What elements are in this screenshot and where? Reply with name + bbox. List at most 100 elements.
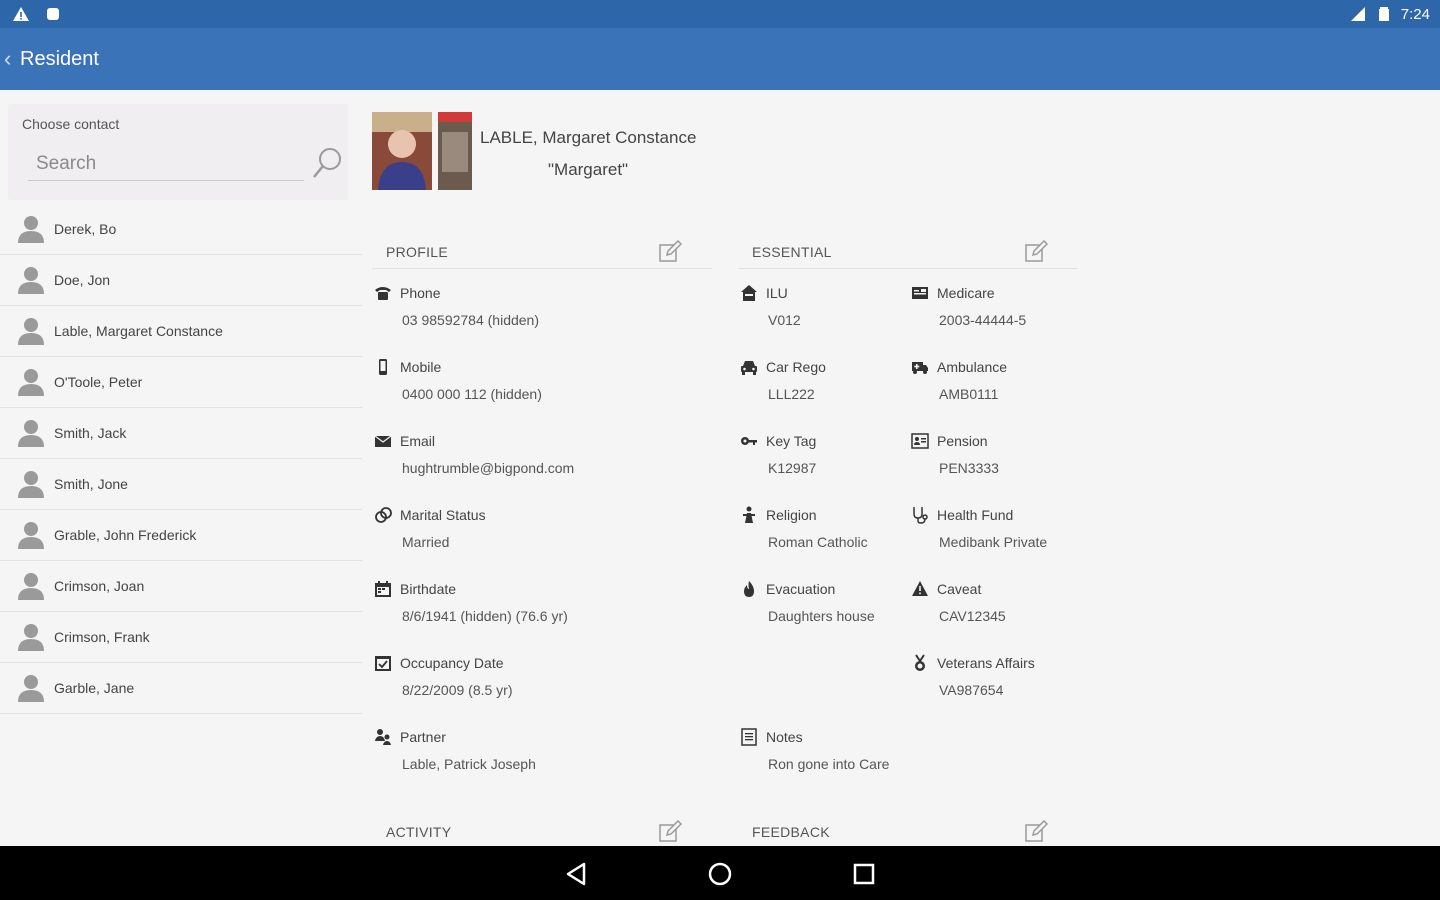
field-value[interactable]: Lable, Patrick Joseph: [402, 756, 536, 772]
field-value[interactable]: CAV12345: [939, 608, 1006, 624]
section-title: ESSENTIAL: [752, 244, 832, 260]
field-value[interactable]: Ron gone into Care: [768, 756, 889, 772]
field-value[interactable]: PEN3333: [939, 460, 999, 476]
section-profile-header: PROFILE: [372, 232, 712, 269]
field-value[interactable]: 8/6/1941 (hidden) (76.6 yr): [402, 608, 568, 624]
back-chevron-icon[interactable]: ‹: [4, 46, 11, 72]
contact-name: Grable, John Frederick: [54, 527, 197, 543]
contact-item[interactable]: Lable, Margaret Constance: [0, 306, 362, 357]
id-card-icon: [911, 433, 929, 449]
person-icon: [18, 216, 44, 243]
field-birthdate: Birthdate 8/6/1941 (hidden) (76.6 yr): [374, 580, 568, 624]
section-feedback-header: FEEDBACK: [738, 812, 1078, 848]
person-icon: [18, 471, 44, 498]
calendar-icon: [375, 581, 391, 597]
contact-item[interactable]: Smith, Jone: [0, 459, 362, 510]
field-value[interactable]: Married: [402, 534, 486, 550]
field-value[interactable]: 8/22/2009 (8.5 yr): [402, 682, 513, 698]
field-label: Veterans Affairs: [937, 655, 1035, 671]
field-value[interactable]: 2003-44444-5: [939, 312, 1026, 328]
field-value[interactable]: Roman Catholic: [768, 534, 868, 550]
contact-item[interactable]: Crimson, Joan: [0, 561, 362, 612]
back-icon[interactable]: [560, 858, 592, 890]
section-essential-header: ESSENTIAL: [738, 232, 1078, 269]
field-label: Notes: [766, 729, 803, 745]
contact-item[interactable]: Crimson, Frank: [0, 612, 362, 663]
field-value[interactable]: Medibank Private: [939, 534, 1047, 550]
field-label: Marital Status: [400, 507, 486, 523]
field-label: Key Tag: [766, 433, 817, 449]
resident-nickname: "Margaret": [548, 160, 629, 179]
medal-icon: [915, 654, 925, 671]
phone-icon: [375, 287, 391, 300]
field-label: Religion: [766, 507, 817, 523]
section-title: ACTIVITY: [386, 824, 452, 840]
ambulance-icon: [912, 362, 928, 374]
status-bar: 7:24: [0, 0, 1440, 28]
resident-photo[interactable]: [372, 112, 472, 190]
field-mobile: Mobile 0400 000 112 (hidden): [374, 358, 542, 402]
edit-icon[interactable]: [658, 240, 682, 264]
field-label: Occupancy Date: [400, 655, 504, 671]
field-caveat: Caveat CAV12345: [911, 580, 1006, 624]
mobile-icon: [379, 359, 387, 375]
recents-icon[interactable]: [848, 858, 880, 890]
field-veterans-affairs: Veterans Affairs VA987654: [911, 654, 1035, 698]
partner-icon: [375, 729, 391, 745]
contact-item[interactable]: O'Toole, Peter: [0, 357, 362, 408]
field-label: ILU: [766, 285, 788, 301]
field-health-fund: Health Fund Medibank Private: [911, 506, 1047, 550]
key-icon: [741, 437, 757, 445]
edit-icon[interactable]: [658, 820, 682, 844]
home-button-icon[interactable]: [704, 858, 736, 890]
field-value[interactable]: VA987654: [939, 682, 1035, 698]
person-icon: [18, 369, 44, 396]
field-value[interactable]: 03 98592784 (hidden): [402, 312, 539, 328]
field-label: Car Rego: [766, 359, 826, 375]
section-title: FEEDBACK: [752, 824, 830, 840]
field-key-tag: Key Tag K12987: [740, 432, 816, 476]
notes-icon: [741, 728, 757, 746]
edit-icon[interactable]: [1024, 240, 1048, 264]
search-icon[interactable]: [310, 144, 344, 184]
field-value[interactable]: 0400 000 112 (hidden): [402, 386, 542, 402]
signal-icon: [1350, 7, 1365, 21]
warning-icon: [13, 7, 29, 21]
field-label: Birthdate: [400, 581, 457, 597]
search-input[interactable]: [28, 148, 304, 181]
field-value[interactable]: AMB0111: [939, 386, 1007, 402]
field-value[interactable]: K12987: [768, 460, 816, 476]
field-ambulance: Ambulance AMB0111: [911, 358, 1007, 402]
field-value[interactable]: V012: [768, 312, 801, 328]
field-evacuation: Evacuation Daughters house: [740, 580, 875, 624]
field-label: Medicare: [937, 285, 995, 301]
contact-item[interactable]: Doe, Jon: [0, 255, 362, 306]
app-bar: ‹ Resident: [0, 28, 1440, 90]
app-bar-title[interactable]: Resident: [20, 48, 99, 71]
contact-item[interactable]: Derek, Bo: [0, 204, 362, 255]
stethoscope-icon: [913, 507, 928, 524]
warning-triangle-icon: [912, 581, 928, 596]
field-label: Ambulance: [937, 359, 1008, 375]
field-value[interactable]: LLL222: [768, 386, 826, 402]
system-nav-bar: [0, 846, 1440, 900]
card-icon: [912, 287, 928, 299]
home-icon: [741, 285, 757, 301]
contact-name: Lable, Margaret Constance: [54, 323, 223, 339]
contact-item[interactable]: Garble, Jane: [0, 663, 362, 714]
contact-item[interactable]: Grable, John Frederick: [0, 510, 362, 561]
section-title: PROFILE: [386, 244, 449, 260]
contact-name: Doe, Jon: [54, 272, 111, 288]
choose-contact-label: Choose contact: [22, 116, 120, 132]
field-label: Pension: [937, 433, 988, 449]
field-value[interactable]: hughtrumble@bigpond.com: [402, 460, 574, 476]
edit-icon[interactable]: [1024, 820, 1048, 844]
field-email: Email hughtrumble@bigpond.com: [374, 432, 574, 476]
field-value[interactable]: Daughters house: [768, 608, 875, 624]
field-label: Phone: [400, 285, 441, 301]
field-notes: Notes Ron gone into Care: [740, 728, 889, 772]
contact-item[interactable]: Smith, Jack: [0, 408, 362, 459]
resident-full-name: LABLE, Margaret Constance: [480, 128, 697, 147]
field-label: Caveat: [937, 581, 982, 597]
calendar-check-icon: [375, 656, 391, 671]
